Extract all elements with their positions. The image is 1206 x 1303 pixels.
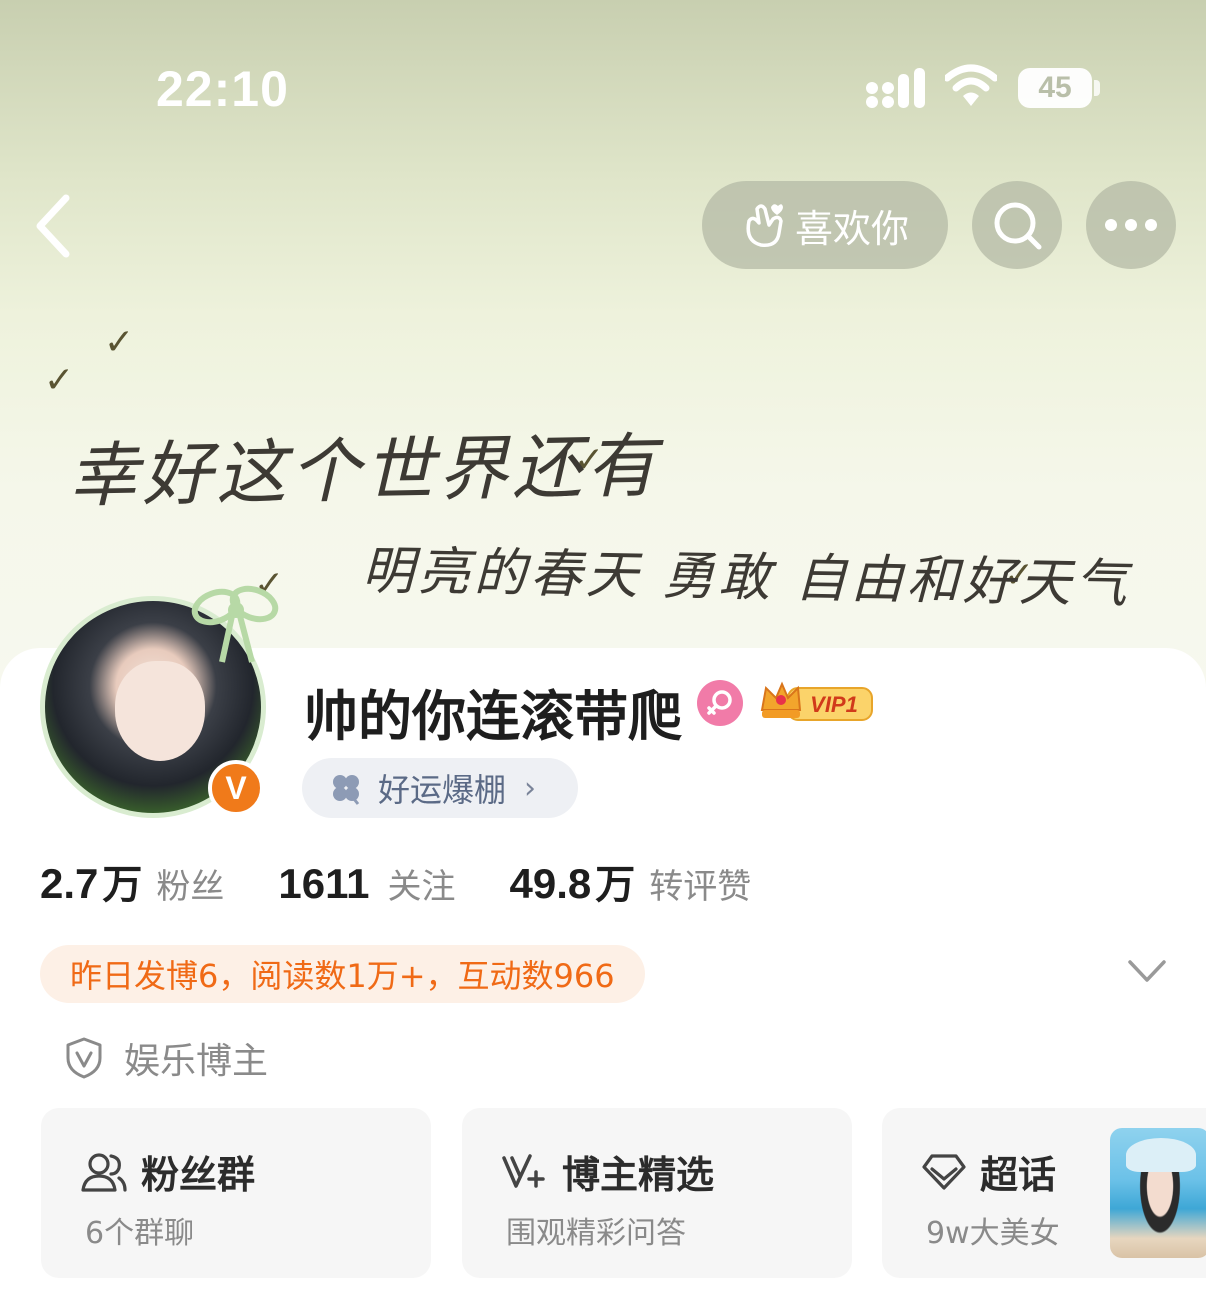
wifi-icon (945, 64, 997, 106)
super-topic-subtitle: 9w大美女 (926, 1216, 1060, 1251)
female-icon (697, 680, 743, 726)
username: 帅的你连滚带爬 (304, 685, 682, 748)
status-time: 22:10 (156, 61, 289, 117)
vip-label: VIP1 (810, 692, 858, 717)
stat-label: 粉丝 (156, 867, 225, 907)
avatar[interactable]: V (36, 585, 279, 820)
category-badge[interactable]: 娱乐博主 (64, 1032, 268, 1084)
stat-interactions[interactable]: 49.8 万 转评赞 (510, 852, 752, 910)
like-you-label: 喜欢你 (794, 206, 909, 251)
battery-tip (1094, 80, 1100, 96)
shield-v-icon (66, 1037, 102, 1079)
super-topic-card[interactable]: 超话 9w大美女 (882, 1108, 1206, 1278)
stat-unit: 万 (595, 862, 636, 908)
activity-summary[interactable]: 昨日发博6，阅读数1万+，互动数966 (40, 945, 645, 1003)
v-plus-icon (502, 1153, 545, 1188)
back-button[interactable] (28, 192, 84, 260)
finger-heart-icon (746, 204, 783, 247)
bow-decoration-icon (191, 585, 279, 663)
stat-label: 关注 (387, 867, 456, 907)
battery-icon: 45 (1018, 68, 1092, 108)
more-dots-icon (1105, 219, 1157, 231)
super-topic-title: 超话 (980, 1153, 1057, 1197)
stat-unit: 万 (102, 862, 143, 908)
fan-group-title: 粉丝群 (141, 1153, 256, 1197)
like-you-button[interactable]: 喜欢你 (702, 181, 948, 269)
thumbnail-hat (1126, 1138, 1196, 1172)
avatar-face (115, 661, 205, 761)
blogger-picks-card[interactable]: 博主精选 围观精彩问答 (462, 1108, 852, 1278)
super-topic-thumbnail (1110, 1128, 1206, 1258)
clover-icon (333, 775, 360, 805)
category-label: 娱乐博主 (124, 1041, 269, 1082)
stat-following[interactable]: 1611 关注 (278, 859, 455, 908)
banner-text-line2: 明亮的春天 勇敢 自由和好天气 (361, 541, 1132, 615)
fan-group-card[interactable]: 粉丝群 6个群聊 (41, 1108, 431, 1278)
search-icon (994, 202, 1042, 250)
more-button[interactable] (1086, 181, 1176, 269)
signal-icon (866, 68, 925, 108)
stat-value: 49.8 (509, 860, 592, 907)
profile-stats: 2.7 万 粉丝 1611 关注 49.8 万 转评赞 (40, 852, 805, 912)
diamond-icon (922, 1153, 966, 1190)
blogger-picks-title: 博主精选 (562, 1153, 715, 1197)
chevron-right-icon: › (524, 770, 537, 806)
sprout-decoration: ✓ (44, 360, 75, 401)
vip-badge[interactable]: VIP1 (758, 680, 874, 724)
blogger-picks-subtitle: 围观精彩问答 (506, 1216, 686, 1251)
fan-group-icon (81, 1152, 127, 1192)
stat-label: 转评赞 (649, 867, 752, 907)
lucky-tag[interactable]: 好运爆棚 › (302, 758, 578, 818)
fan-group-subtitle: 6个群聊 (85, 1216, 195, 1251)
stat-value: 2.7 (40, 860, 99, 907)
lucky-tag-label: 好运爆棚 (378, 771, 507, 809)
stat-followers[interactable]: 2.7 万 粉丝 (40, 852, 224, 910)
banner-text-line1: 幸好这个世界还有 (67, 424, 661, 518)
search-button[interactable] (972, 181, 1062, 269)
verified-v-icon: V (208, 760, 264, 816)
chevron-down-icon[interactable] (1126, 954, 1168, 988)
status-bar: 22:10 45 (0, 0, 1206, 170)
stat-value: 1611 (278, 860, 370, 907)
sprout-decoration: ✓ (104, 322, 135, 363)
